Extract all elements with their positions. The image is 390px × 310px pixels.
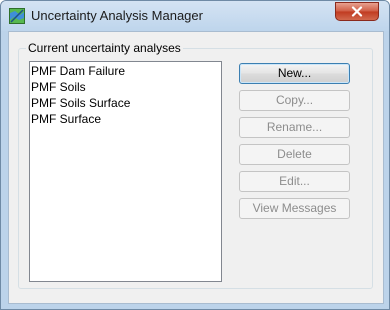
rename-button[interactable]: Rename... (239, 117, 350, 138)
group-label: Current uncertainty analyses (26, 41, 183, 55)
title-bar[interactable]: Uncertainty Analysis Manager (1, 1, 389, 31)
dialog-body: Current uncertainty analyses PMF Dam Fai… (8, 31, 384, 304)
delete-button[interactable]: Delete (239, 144, 350, 165)
copy-button[interactable]: Copy... (239, 90, 350, 111)
edit-button[interactable]: Edit... (239, 171, 350, 192)
map-icon (9, 8, 25, 24)
list-item[interactable]: PMF Soils Surface (31, 95, 130, 111)
view-messages-button[interactable]: View Messages (239, 198, 350, 219)
list-item[interactable]: PMF Dam Failure (31, 63, 125, 79)
close-icon (351, 6, 363, 17)
analyses-listbox[interactable]: PMF Dam Failure PMF Soils PMF Soils Surf… (29, 61, 222, 282)
window-title: Uncertainty Analysis Manager (31, 8, 203, 23)
new-button[interactable]: New... (239, 63, 350, 84)
dialog-window: Uncertainty Analysis Manager Current unc… (0, 0, 390, 310)
close-button[interactable] (335, 2, 379, 21)
list-item[interactable]: PMF Soils (31, 79, 86, 95)
list-item[interactable]: PMF Surface (31, 111, 101, 127)
